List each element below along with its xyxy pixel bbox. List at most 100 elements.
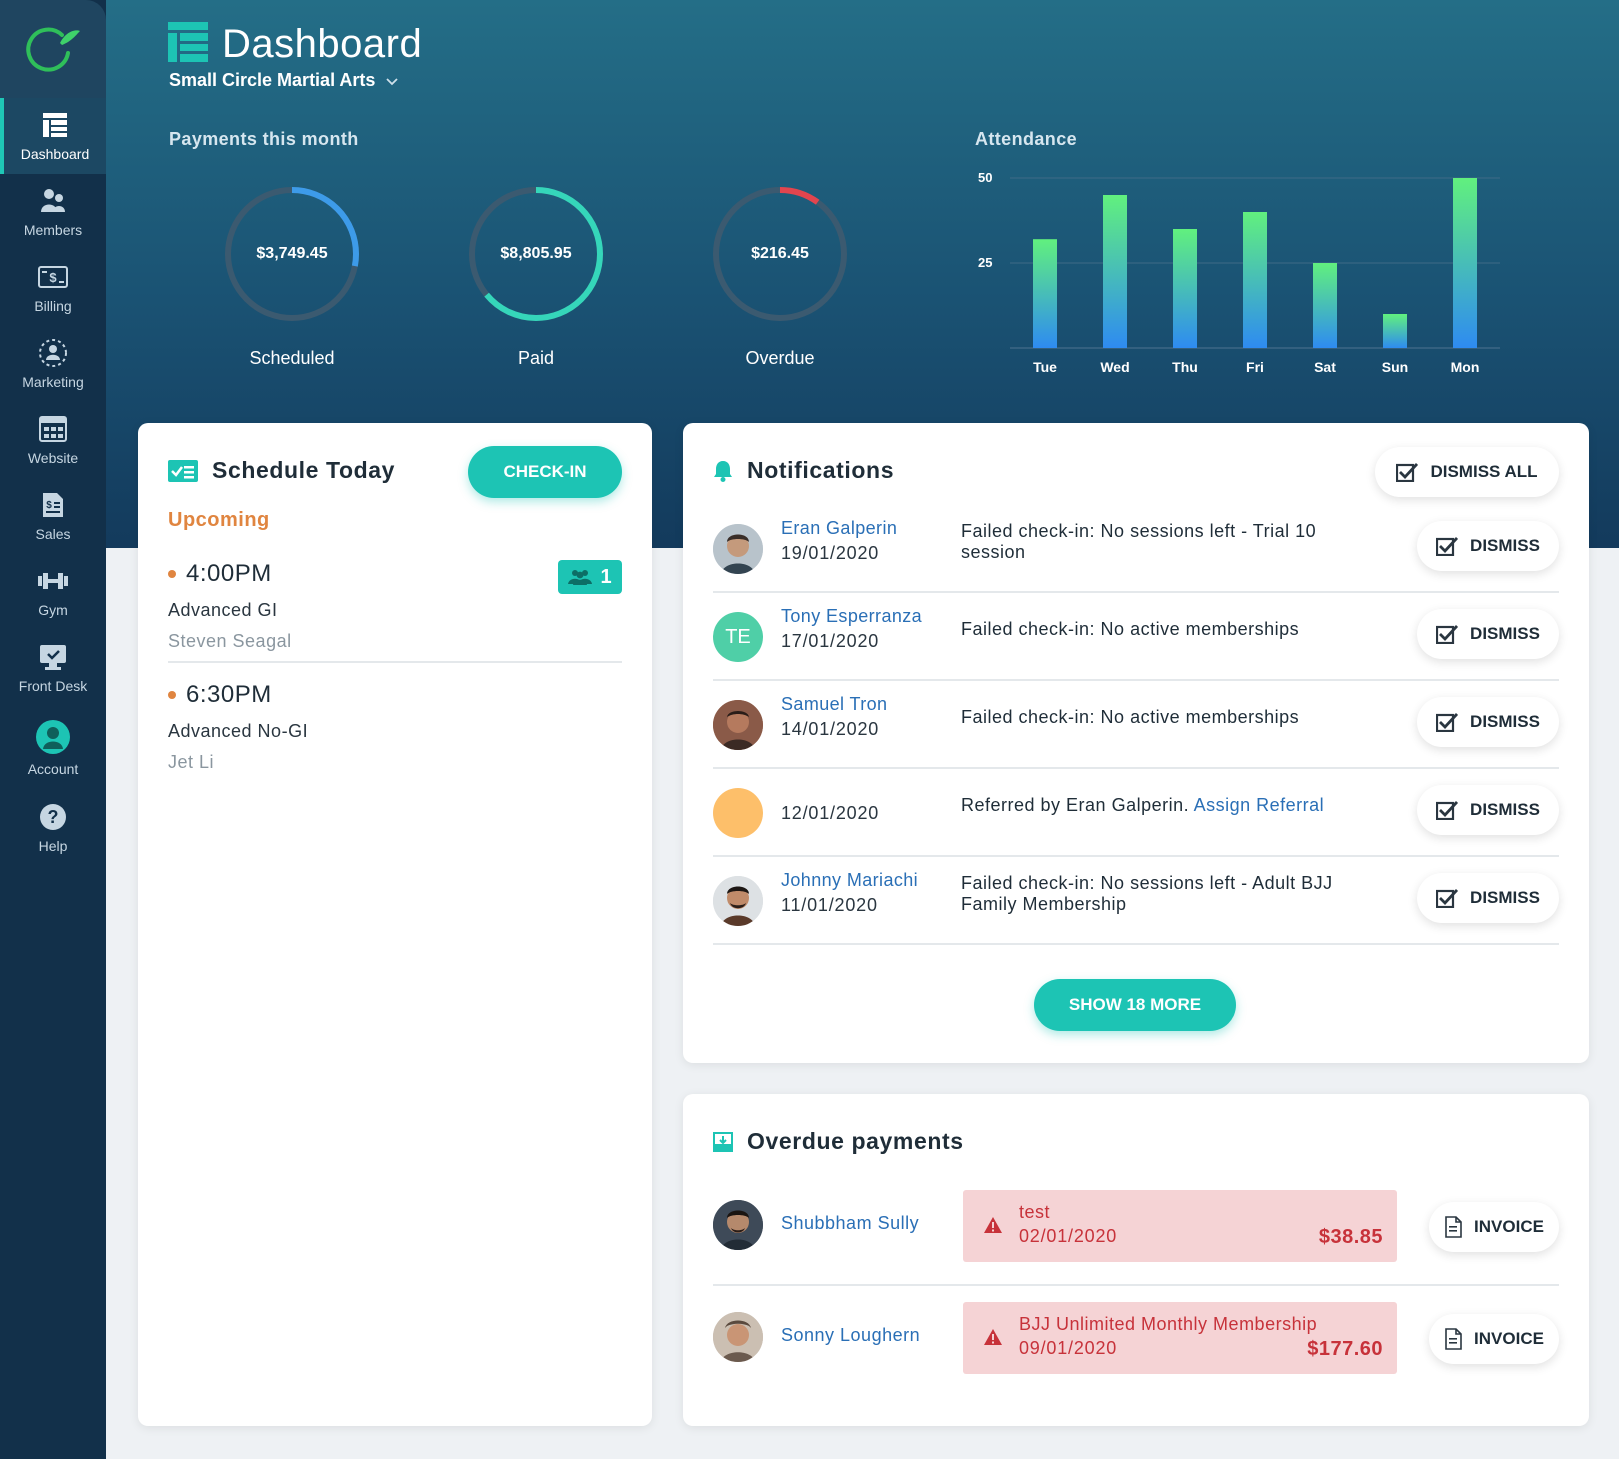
schedule-instructor: Jet Li <box>168 752 215 772</box>
sidebar-item-front-desk[interactable]: Front Desk <box>0 630 106 706</box>
overdue-donut[interactable]: $216.45 <box>710 184 850 324</box>
schedule-item[interactable]: 6:30PM Advanced No-GI Jet Li <box>168 681 622 773</box>
sidebar-item-label: Sales <box>35 526 71 542</box>
attendance-bar-sat[interactable] <box>1313 263 1337 348</box>
overdue-description: BJJ Unlimited Monthly Membership <box>1019 1314 1318 1334</box>
x-tick-label: Sat <box>1314 359 1336 375</box>
dismiss-button[interactable]: DISMISS <box>1417 609 1559 659</box>
notification-date: 12/01/2020 <box>781 803 880 823</box>
sidebar-item-sales[interactable]: $ Sales <box>0 478 106 554</box>
scheduled-label: Scheduled <box>249 348 335 368</box>
attendance-bar-sun[interactable] <box>1383 314 1407 348</box>
overdue-details[interactable]: test 02/01/2020 $38.85 <box>963 1190 1397 1262</box>
svg-text:?: ? <box>48 807 59 827</box>
schedule-time-text: 4:00PM <box>186 560 272 587</box>
website-icon <box>39 414 67 444</box>
attendance-bar-thu[interactable] <box>1173 229 1197 348</box>
invoice-button[interactable]: INVOICE <box>1429 1202 1559 1252</box>
avatar[interactable] <box>713 788 763 838</box>
dismiss-button[interactable]: DISMISS <box>1417 521 1559 571</box>
notification-message: Referred by Eran Galperin. Assign Referr… <box>961 795 1371 816</box>
overdue-value: $216.45 <box>751 245 809 262</box>
y-tick-label: 50 <box>978 170 992 185</box>
paid-value: $8,805.95 <box>500 245 572 262</box>
warning-icon <box>983 1328 1003 1351</box>
sidebar-item-website[interactable]: Website <box>0 402 106 478</box>
organization-selector[interactable]: Small Circle Martial Arts <box>169 70 399 91</box>
assign-referral-link[interactable]: Assign Referral <box>1194 795 1325 815</box>
dashboard-icon <box>41 110 69 140</box>
sidebar-item-billing[interactable]: $ Billing <box>0 250 106 326</box>
attendance-bar-wed[interactable] <box>1103 195 1127 348</box>
overdue-title: Overdue payments <box>713 1128 964 1155</box>
invoice-button[interactable]: INVOICE <box>1429 1314 1559 1364</box>
overdue-details[interactable]: BJJ Unlimited Monthly Membership 09/01/2… <box>963 1302 1397 1374</box>
x-tick-label: Wed <box>1100 359 1129 375</box>
schedule-class: Advanced No-GI <box>168 721 309 741</box>
dismiss-all-button[interactable]: DISMISS ALL <box>1375 447 1559 497</box>
sidebar-item-dashboard[interactable]: Dashboard <box>0 98 106 174</box>
scheduled-donut[interactable]: $3,749.45 <box>222 184 362 324</box>
avatar[interactable] <box>713 1200 763 1250</box>
referral-text: Referred by Eran Galperin. <box>961 795 1190 815</box>
notification-date: 11/01/2020 <box>781 895 878 915</box>
member-name-link[interactable]: Eran Galperin <box>781 518 897 539</box>
account-icon <box>35 719 71 755</box>
paid-donut[interactable]: $8,805.95 <box>466 184 606 324</box>
sidebar-item-label: Marketing <box>22 374 84 390</box>
member-name-link[interactable]: Johnny Mariachi <box>781 870 918 891</box>
sidebar-item-label: Billing <box>34 298 72 314</box>
warning-icon <box>983 1216 1003 1239</box>
sidebar-item-label: Gym <box>38 602 68 618</box>
page-header: Dashboard <box>168 22 422 67</box>
sidebar-item-help[interactable]: ? Help <box>0 790 106 866</box>
attendee-count-badge[interactable]: 1 <box>558 560 622 594</box>
avatar-initials[interactable]: TE <box>713 612 763 662</box>
check-in-button[interactable]: CHECK-IN <box>468 446 622 498</box>
dismiss-button[interactable]: DISMISS <box>1417 785 1559 835</box>
sidebar-item-label: Website <box>27 450 79 466</box>
notification-item: TE Tony Esperranza 17/01/2020 Failed che… <box>713 593 1559 681</box>
notifications-title-text: Notifications <box>747 457 895 483</box>
divider <box>168 661 622 663</box>
avatar[interactable] <box>713 700 763 750</box>
notification-message: Failed check-in: No active memberships <box>961 707 1300 727</box>
dismiss-button[interactable]: DISMISS <box>1417 697 1559 747</box>
sidebar-item-account[interactable]: Account <box>0 706 106 790</box>
check-box-icon <box>1396 463 1419 482</box>
app-logo[interactable] <box>0 0 106 98</box>
svg-text:$: $ <box>46 500 52 511</box>
member-name-link[interactable]: Samuel Tron <box>781 694 887 715</box>
upcoming-label: Upcoming <box>168 509 270 531</box>
attendance-bar-tue[interactable] <box>1033 239 1057 348</box>
dashboard-icon <box>168 22 208 67</box>
sidebar-item-gym[interactable]: Gym <box>0 554 106 630</box>
dismiss-label: DISMISS <box>1470 536 1540 555</box>
member-name-link[interactable]: Sonny Loughern <box>781 1325 920 1346</box>
checklist-icon <box>168 459 198 482</box>
notification-message: Failed check-in: No sessions left - Adul… <box>961 873 1333 914</box>
check-box-icon <box>1436 801 1459 820</box>
schedule-item[interactable]: 4:00PM Advanced GI Steven Seagal 1 <box>168 560 622 652</box>
show-more-button[interactable]: SHOW 18 MORE <box>1034 979 1236 1031</box>
member-name-link[interactable]: Shubbham Sully <box>781 1213 919 1234</box>
schedule-time-text: 6:30PM <box>186 681 272 708</box>
avatar[interactable] <box>713 524 763 574</box>
member-name-link[interactable]: Tony Esperranza <box>781 606 922 627</box>
sidebar-item-members[interactable]: Members <box>0 174 106 250</box>
attendance-bar-fri[interactable] <box>1243 212 1267 348</box>
front-desk-icon <box>38 642 68 672</box>
dismiss-button[interactable]: DISMISS <box>1417 873 1559 923</box>
gym-icon <box>37 566 69 596</box>
schedule-time: 4:00PM <box>168 560 622 588</box>
check-box-icon <box>1436 537 1459 556</box>
avatar[interactable] <box>713 876 763 926</box>
marketing-icon <box>38 338 68 368</box>
avatar[interactable] <box>713 1312 763 1362</box>
overdue-payments-card: Overdue payments Shubbham Sully test 02/… <box>683 1094 1589 1426</box>
attendance-bar-mon[interactable] <box>1453 178 1477 348</box>
schedule-time: 6:30PM <box>168 681 622 709</box>
sidebar-item-marketing[interactable]: Marketing <box>0 326 106 402</box>
overdue-payment-item: Shubbham Sully test 02/01/2020 $38.85 IN… <box>713 1190 1559 1280</box>
overdue-label: Overdue <box>745 348 815 368</box>
